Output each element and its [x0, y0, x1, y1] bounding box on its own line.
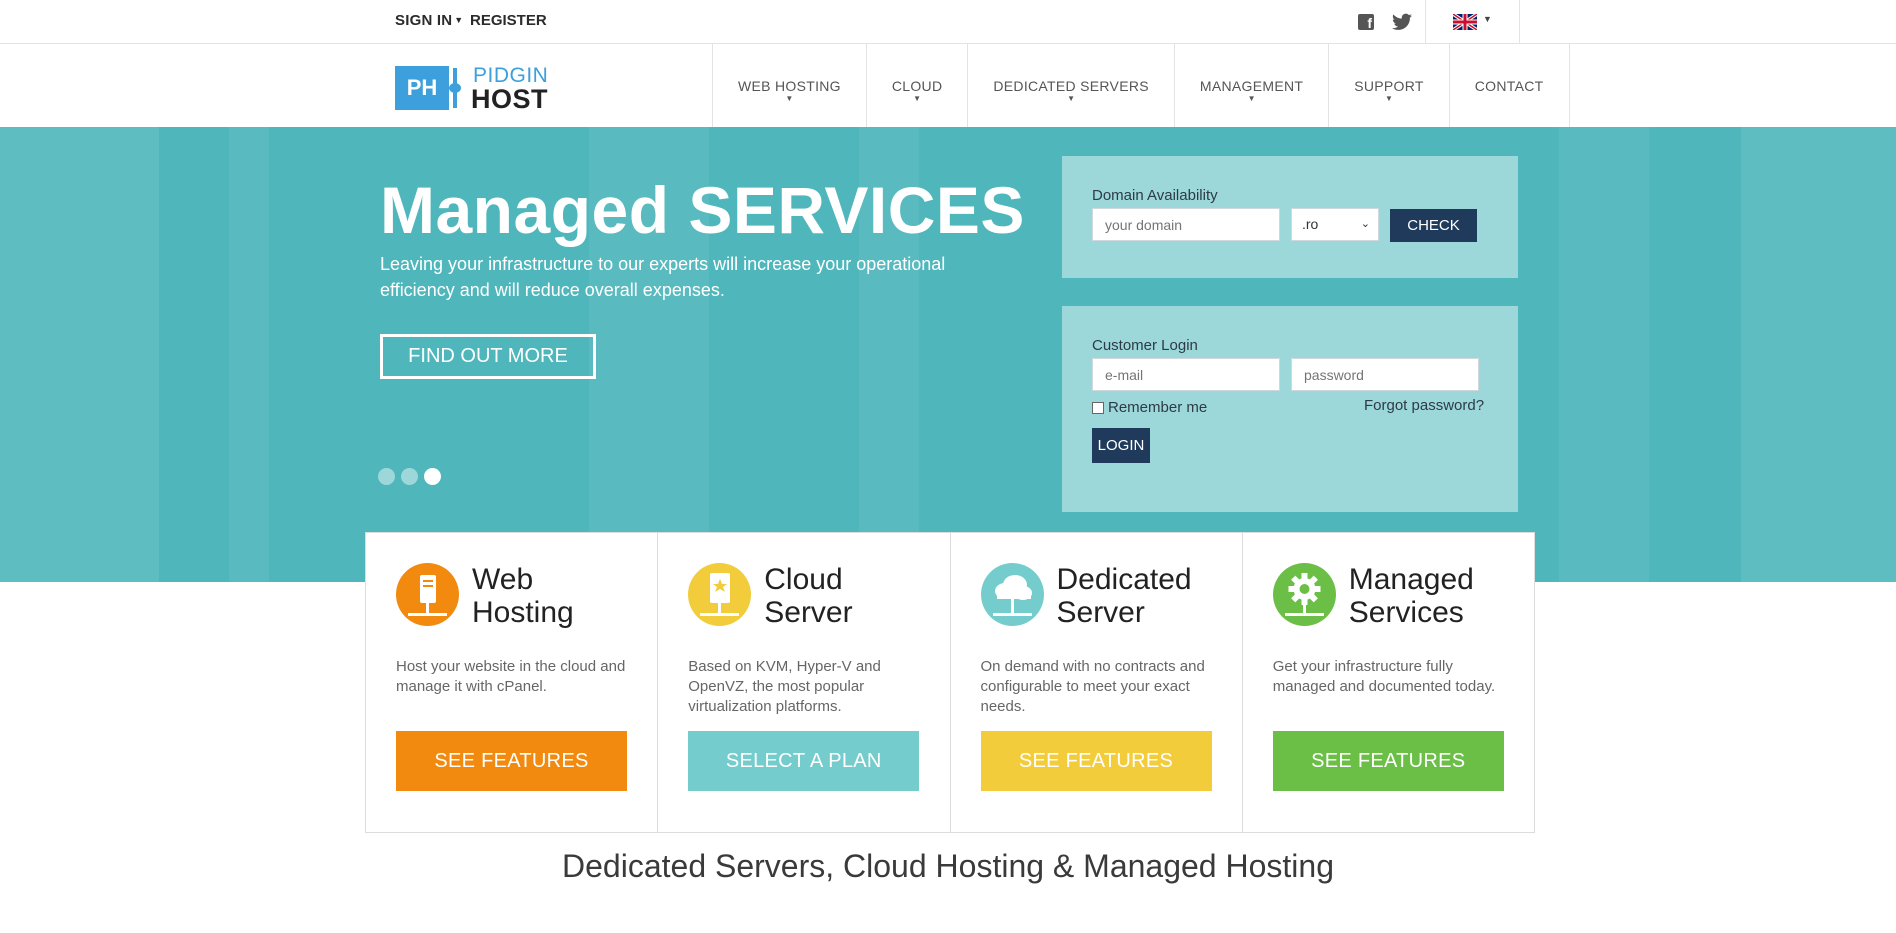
login-panel-title: Customer Login — [1092, 337, 1198, 354]
hero-subtitle: Leaving your infrastructure to our exper… — [380, 254, 946, 300]
nav-item-dedicated-servers[interactable]: DEDICATED SERVERS ▼ — [968, 44, 1175, 127]
card-cloud-server: Cloud Server Based on KVM, Hyper-V and Op… — [658, 533, 951, 832]
caret-down-icon: ▼ — [785, 94, 794, 103]
check-button[interactable]: CHECK — [1390, 209, 1477, 242]
email-field[interactable] — [1092, 358, 1280, 391]
slider-dot[interactable] — [401, 468, 418, 485]
caret-down-icon: ▼ — [1067, 94, 1076, 103]
card-title: Dedicated Server — [1057, 563, 1237, 629]
caret-down-icon: ▼ — [1483, 14, 1492, 24]
card-description: Host your website in the cloud and manag… — [396, 658, 626, 695]
nav-item-support[interactable]: SUPPORT ▼ — [1329, 44, 1450, 127]
remember-me-checkbox[interactable] — [1092, 401, 1104, 414]
nav-item-label: SUPPORT — [1354, 77, 1424, 94]
see-features-button[interactable]: SEE FEATURES — [980, 731, 1212, 791]
card-description: Get your infrastructure fully managed an… — [1272, 658, 1496, 695]
card-web-hosting: Web Hosting Host your website in the clou… — [366, 533, 659, 832]
hero-bg-stripe — [229, 127, 269, 582]
domain-availability-panel: Domain Availability .ro ⌄ CHECK — [1062, 156, 1518, 278]
caret-down-icon: ▼ — [1385, 94, 1394, 103]
card-title-line2: Hosting — [472, 596, 574, 629]
facebook-icon[interactable]: f — [1358, 14, 1374, 31]
card-managed-services: Managed Services Get your infrastructure … — [1243, 533, 1534, 832]
language-selector[interactable]: ▼ — [1425, 0, 1520, 43]
nav-item-label: CLOUD — [891, 77, 943, 94]
main-nav: WEB HOSTING ▼ CLOUD ▼ DEDICATED SERVERS ▼ M… — [712, 44, 1570, 127]
find-out-more-button[interactable]: FIND OUT MORE — [380, 334, 596, 379]
chevron-down-icon: ⌄ — [1360, 218, 1370, 230]
caret-down-icon: ▼ — [1247, 94, 1256, 103]
card-title-line1: Dedicated — [1056, 563, 1192, 596]
twitter-icon[interactable] — [1392, 13, 1412, 31]
tld-select-value: .ro — [1302, 216, 1319, 232]
card-title: Web Hosting — [472, 563, 652, 629]
uk-flag-icon — [1453, 14, 1477, 30]
card-title-line2: Server — [764, 596, 853, 629]
cloud-icon — [980, 563, 1044, 626]
card-description: On demand with no contracts and configur… — [980, 658, 1205, 715]
nav-item-label: DEDICATED SERVERS — [993, 77, 1149, 94]
card-title-line1: Cloud — [764, 563, 843, 596]
cloud-server-icon — [688, 563, 752, 626]
domain-input[interactable] — [1092, 208, 1280, 241]
hero-slider: Managed SERVICES Leaving your infrastruc… — [0, 127, 1896, 582]
nav-item-management[interactable]: MANAGEMENT ▼ — [1175, 44, 1330, 127]
nav-item-contact[interactable]: CONTACT — [1450, 44, 1570, 127]
see-features-button[interactable]: SEE FEATURES — [396, 731, 627, 791]
nav-item-cloud[interactable]: CLOUD ▼ — [867, 44, 969, 127]
logo[interactable]: PH PIDGIN HOST — [395, 64, 555, 114]
card-dedicated-server: Dedicated Server On demand with no contra… — [951, 533, 1243, 832]
main-header: PH PIDGIN HOST WEB HOSTING ▼ CLOUD ▼ DEDIC… — [0, 44, 1896, 127]
caret-down-icon: ▼ — [454, 15, 464, 25]
card-title-line2: Server — [1056, 596, 1145, 629]
remember-me[interactable]: Remember me — [1092, 399, 1207, 416]
sign-in-label: SIGN IN — [395, 12, 453, 29]
nav-item-label: WEB HOSTING — [738, 77, 841, 94]
caret-down-icon: ▼ — [913, 94, 922, 103]
tld-select[interactable]: .ro ⌄ — [1291, 208, 1379, 241]
nav-item-label: MANAGEMENT — [1199, 77, 1304, 94]
slider-dot-active[interactable] — [424, 468, 441, 485]
remember-me-label: Remember me — [1108, 399, 1208, 416]
login-button[interactable]: LOGIN — [1092, 428, 1150, 463]
forgot-password-link[interactable]: Forgot password? — [1364, 397, 1484, 414]
slider-dot[interactable] — [378, 468, 395, 485]
logo-initials: PH — [395, 66, 449, 110]
select-a-plan-button[interactable]: SELECT A PLAN — [688, 731, 920, 791]
hero-title: Managed SERVICES — [380, 173, 1025, 247]
card-description: Based on KVM, Hyper-V and OpenVZ, the mo… — [688, 658, 881, 715]
social-links: f — [1350, 0, 1425, 43]
card-title: Managed Services — [1349, 563, 1529, 629]
slider-dots — [378, 468, 441, 485]
feature-cards: Web Hosting Host your website in the clou… — [365, 532, 1535, 833]
server-tower-icon — [396, 563, 459, 626]
gear-icon — [1272, 563, 1336, 626]
section-heading: Dedicated Servers, Cloud Hosting & Manag… — [562, 848, 1334, 884]
customer-login-panel: Customer Login Remember me Forgot passwo… — [1062, 306, 1518, 512]
hero-bg-stripe — [1559, 127, 1649, 582]
see-features-button[interactable]: SEE FEATURES — [1272, 731, 1504, 791]
nav-item-web-hosting[interactable]: WEB HOSTING ▼ — [713, 44, 867, 127]
nav-item-label: CONTACT — [1474, 77, 1544, 94]
card-title-line1: Managed — [1348, 563, 1474, 596]
sign-in-link[interactable]: SIGN IN ▼ — [395, 12, 463, 29]
card-title-line2: Services — [1348, 596, 1464, 629]
top-bar: SIGN IN ▼ REGISTER f ▼ — [0, 0, 1896, 44]
register-link[interactable]: REGISTER — [470, 12, 547, 29]
card-title-line1: Web — [472, 563, 534, 596]
password-field[interactable] — [1291, 358, 1479, 391]
domain-panel-title: Domain Availability — [1092, 187, 1218, 204]
logo-divider-dot — [449, 83, 461, 93]
logo-line2: HOST — [471, 84, 549, 114]
card-title: Cloud Server — [764, 563, 944, 629]
